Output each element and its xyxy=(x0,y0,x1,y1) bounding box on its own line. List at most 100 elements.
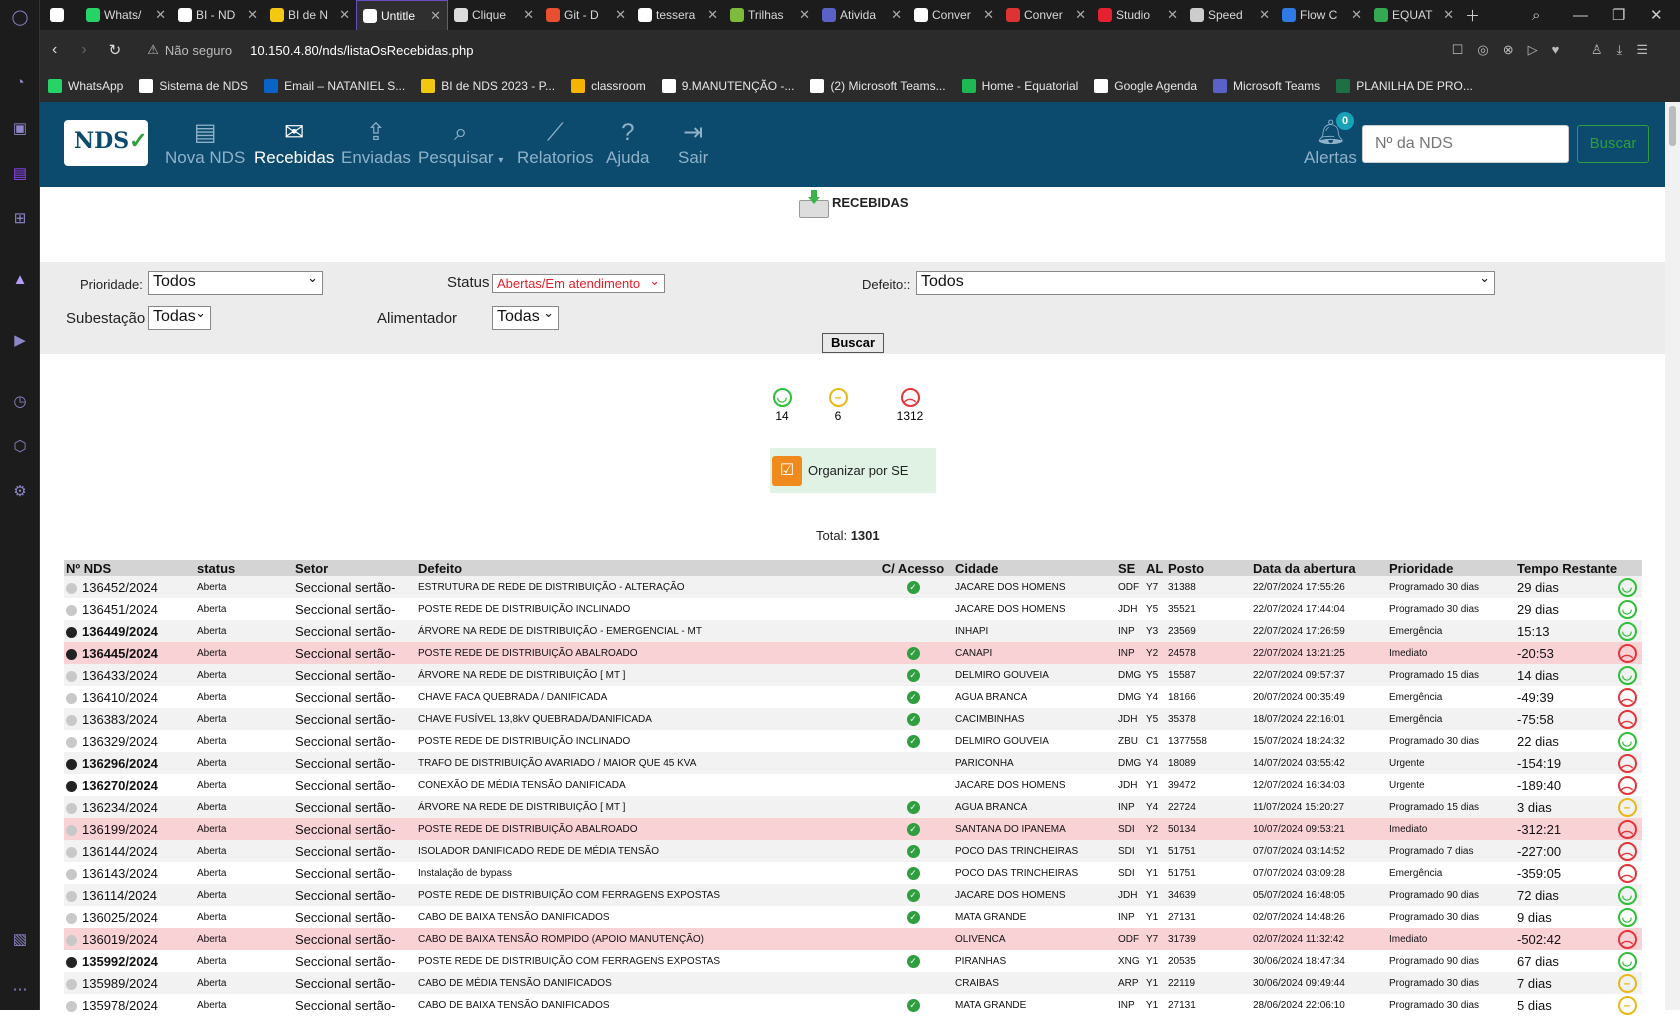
table-row[interactable]: 136143/2024 Aberta Seccional sertão- Instal… xyxy=(64,862,1643,884)
tab-close-icon[interactable]: ✕ xyxy=(1443,7,1454,23)
table-row[interactable]: 136296/2024 Aberta Seccional sertão- TRAFO … xyxy=(64,752,1643,774)
nav-enviadas[interactable]: ⇪ Enviadas xyxy=(341,118,411,168)
nds-number[interactable]: 136143/2024 xyxy=(64,862,195,884)
column-header[interactable]: Tempo Restante xyxy=(1515,560,1643,576)
nav-sair[interactable]: ⇥ Sair xyxy=(678,118,708,168)
column-header[interactable]: Prioridade xyxy=(1387,560,1515,576)
tab-close-icon[interactable]: ✕ xyxy=(707,7,718,23)
column-header[interactable]: AL xyxy=(1144,560,1166,576)
browser-tab[interactable]: Clique ✕ xyxy=(448,0,540,30)
table-row[interactable]: 135992/2024 Aberta Seccional sertão- POSTE … xyxy=(64,950,1643,972)
browser-tab[interactable]: Whats/ ✕ xyxy=(80,0,172,30)
filter-search-button[interactable]: Buscar xyxy=(822,333,884,353)
browser-tab[interactable]: EQUAT ✕ xyxy=(1368,0,1460,30)
alimentador-select[interactable]: Todas xyxy=(492,305,559,330)
tab-close-icon[interactable]: ✕ xyxy=(247,7,258,23)
nds-number[interactable]: 136451/2024 xyxy=(64,598,195,620)
browser-tab[interactable]: Conver ✕ xyxy=(1000,0,1092,30)
bookmark-item[interactable]: Email – NATANIEL S... xyxy=(256,79,413,93)
status-select[interactable]: Abertas/Em atendimento xyxy=(492,273,665,293)
tab-close-icon[interactable]: ✕ xyxy=(615,7,626,23)
table-row[interactable]: 136019/2024 Aberta Seccional sertão- CABO D… xyxy=(64,928,1643,950)
nds-number[interactable]: 135978/2024 xyxy=(64,994,195,1016)
reload-icon[interactable]: ↻ xyxy=(109,41,122,59)
bookmark-item[interactable]: Home - Equatorial xyxy=(954,79,1087,93)
table-row[interactable]: 136452/2024 Aberta Seccional sertão- ESTRUT… xyxy=(64,576,1643,598)
column-header[interactable]: Setor xyxy=(293,560,416,576)
browser-tab[interactable] xyxy=(44,0,80,30)
table-row[interactable]: 136410/2024 Aberta Seccional sertão- CHAVE … xyxy=(64,686,1643,708)
green-count[interactable]: ◡ 14 xyxy=(771,388,793,423)
tab-close-icon[interactable]: ✕ xyxy=(523,7,534,23)
nds-number[interactable]: 135992/2024 xyxy=(64,950,195,972)
prioridade-select[interactable]: Todos xyxy=(148,270,323,295)
table-row[interactable]: 136329/2024 Aberta Seccional sertão- POSTE … xyxy=(64,730,1643,752)
forward-icon[interactable]: › xyxy=(81,41,86,59)
nds-number[interactable]: 136433/2024 xyxy=(64,664,195,686)
table-row[interactable]: 136451/2024 Aberta Seccional sertão- POSTE … xyxy=(64,598,1643,620)
table-row[interactable]: 136445/2024 Aberta Seccional sertão- POSTE … xyxy=(64,642,1643,664)
tab-close-icon[interactable]: ✕ xyxy=(1075,7,1086,23)
nds-number[interactable]: 136144/2024 xyxy=(64,840,195,862)
nds-number[interactable]: 136199/2024 xyxy=(64,818,195,840)
restore-icon[interactable]: ❐ xyxy=(1612,0,1625,30)
table-row[interactable]: 136234/2024 Aberta Seccional sertão- ÁRVORE… xyxy=(64,796,1643,818)
nds-number[interactable]: 136410/2024 xyxy=(64,686,195,708)
nds-number[interactable]: 136114/2024 xyxy=(64,884,195,906)
browser-tab[interactable]: Studio ✕ xyxy=(1092,0,1184,30)
nds-number[interactable]: 136329/2024 xyxy=(64,730,195,752)
subestacao-select[interactable]: Todas xyxy=(148,305,211,330)
table-row[interactable]: 136270/2024 Aberta Seccional sertão- CONEXÃ… xyxy=(64,774,1643,796)
nav-relatorios[interactable]: ⟋ Relatorios xyxy=(517,118,594,168)
nds-search-button[interactable]: Buscar xyxy=(1577,125,1649,163)
settings-gear-icon[interactable]: ⚙ xyxy=(10,482,30,502)
nds-number[interactable]: 136452/2024 xyxy=(64,576,195,598)
speed-dial-icon[interactable]: ◔ xyxy=(10,73,30,93)
toolbar-icons[interactable]: ☐◎⊗▷♥ ♙⤓☰ xyxy=(1452,42,1662,58)
nds-number[interactable]: 136449/2024 xyxy=(64,620,195,642)
gallery-icon[interactable]: ▧ xyxy=(10,930,30,950)
tab-close-icon[interactable]: ✕ xyxy=(891,7,902,23)
tab-close-icon[interactable]: ✕ xyxy=(430,8,441,24)
tab-close-icon[interactable]: ✕ xyxy=(1259,7,1270,23)
column-header[interactable]: Cidade xyxy=(953,560,1116,576)
close-window-icon[interactable]: ✕ xyxy=(1650,0,1663,30)
browser-tab[interactable]: Speed ✕ xyxy=(1184,0,1276,30)
browser-tab[interactable]: Trilhas ✕ xyxy=(724,0,816,30)
browser-tab[interactable]: tessera ✕ xyxy=(632,0,724,30)
tab-close-icon[interactable]: ✕ xyxy=(1351,7,1362,23)
bookmark-item[interactable]: classroom xyxy=(563,79,654,93)
tab-close-icon[interactable]: ✕ xyxy=(983,7,994,23)
table-row[interactable]: 136144/2024 Aberta Seccional sertão- ISOLAD… xyxy=(64,840,1643,862)
player-icon[interactable]: ▶ xyxy=(10,331,30,351)
column-header[interactable]: Defeito xyxy=(416,560,873,576)
table-row[interactable]: 136025/2024 Aberta Seccional sertão- CABO D… xyxy=(64,906,1643,928)
browser-tab[interactable]: Git - D ✕ xyxy=(540,0,632,30)
opera-logo-icon[interactable]: ◯ xyxy=(10,8,30,28)
column-header[interactable]: Nº NDS xyxy=(64,560,195,576)
browser-tab[interactable]: Flow C ✕ xyxy=(1276,0,1368,30)
tab-close-icon[interactable]: ✕ xyxy=(155,7,166,23)
new-tab-icon[interactable]: ＋ xyxy=(1465,0,1480,30)
bookmark-item[interactable]: Google Agenda xyxy=(1086,79,1205,93)
bookmark-item[interactable]: PLANILHA DE PRO... xyxy=(1328,79,1481,93)
aria-icon[interactable]: ▲ xyxy=(10,270,30,290)
twitch-icon[interactable]: ▤ xyxy=(10,164,30,184)
nds-number[interactable]: 136025/2024 xyxy=(64,906,195,928)
tab-close-icon[interactable]: ✕ xyxy=(1167,7,1178,23)
page-scrollbar[interactable] xyxy=(1665,102,1680,1010)
column-header[interactable]: status xyxy=(195,560,293,576)
nav-pesquisar[interactable]: ⌕ Pesquisar ▾ xyxy=(418,118,503,168)
nds-number[interactable]: 136270/2024 xyxy=(64,774,195,796)
red-count[interactable]: ︵ 1312 xyxy=(889,388,931,423)
defeito-select[interactable]: Todos xyxy=(916,270,1495,295)
more-icon[interactable]: ⋯ xyxy=(10,980,30,1000)
shopping-icon[interactable]: ▣ xyxy=(10,119,30,139)
tab-close-icon[interactable]: ✕ xyxy=(799,7,810,23)
bookmark-item[interactable]: BI de NDS 2023 - P... xyxy=(413,79,563,93)
table-row[interactable]: 136114/2024 Aberta Seccional sertão- POSTE … xyxy=(64,884,1643,906)
tab-close-icon[interactable]: ✕ xyxy=(339,7,350,23)
bookmark-item[interactable]: WhatsApp xyxy=(40,79,131,93)
search-tabs-icon[interactable]: ⌕ xyxy=(1532,0,1540,30)
nav-ajuda[interactable]: ? Ajuda xyxy=(606,118,649,168)
